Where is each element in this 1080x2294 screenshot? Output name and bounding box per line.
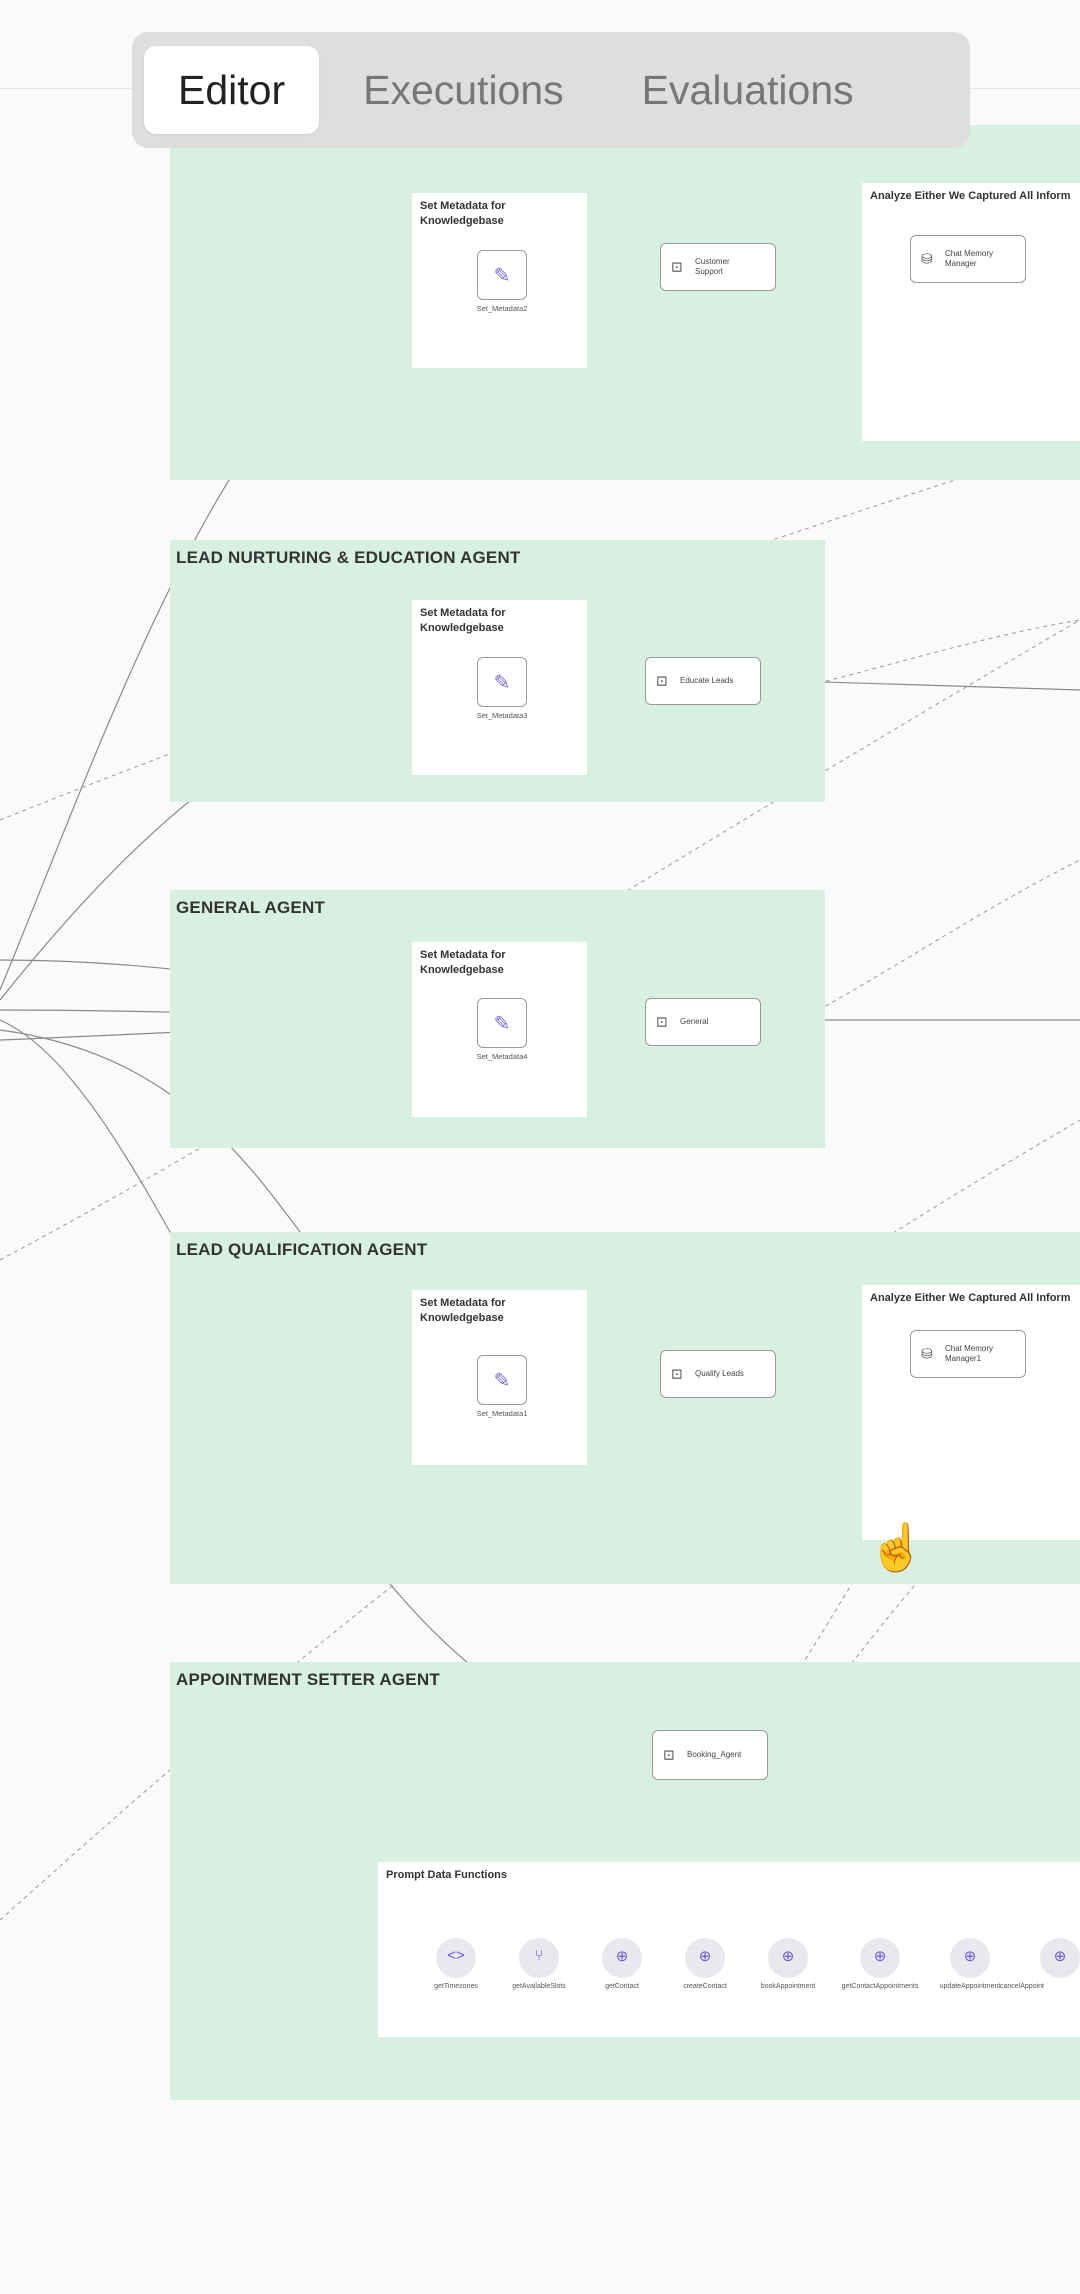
set-metadata-node[interactable]: ✎	[477, 657, 527, 707]
robot-icon: ⊡	[663, 1746, 675, 1763]
node-caption: Set_Metadata4	[476, 1052, 528, 1061]
function-caption: getAvailableSlots	[512, 1983, 566, 1990]
view-tab-bar: Editor Executions Evaluations	[132, 32, 970, 148]
function-caption: createContact	[683, 1983, 727, 1990]
robot-icon: ⊡	[656, 1013, 668, 1030]
chat-memory-node[interactable]: ⛁ Chat Memory Manager	[910, 235, 1026, 283]
general-agent-node[interactable]: ⊡ General	[645, 998, 761, 1046]
group-label: LEAD NURTURING & EDUCATION AGENT	[176, 548, 521, 567]
function-caption: getContactAppointments	[841, 1983, 919, 1990]
node-label: Educate Leads	[680, 676, 734, 685]
pencil-icon: ✎	[493, 672, 511, 694]
globe-icon[interactable]: ⊕	[602, 1938, 642, 1978]
sticky-title: Analyze Either We Captured All Inform	[870, 190, 1071, 202]
sticky-title: Set Metadata for Knowledgebase	[420, 200, 506, 227]
node-caption: Set_Metadata1	[476, 1409, 528, 1418]
tab-evaluations[interactable]: Evaluations	[608, 46, 888, 134]
customer-support-agent-node[interactable]: ⊡ Customer Support	[660, 243, 776, 291]
group-label: GENERAL AGENT	[176, 898, 326, 917]
sticky-analyze-2[interactable]: Analyze Either We Captured All Inform	[862, 1285, 1080, 1540]
globe-icon[interactable]: ⊕	[860, 1938, 900, 1978]
group-label: LEAD QUALIFICATION AGENT	[176, 1240, 428, 1259]
robot-icon: ⊡	[656, 672, 668, 689]
educate-leads-agent-node[interactable]: ⊡ Educate Leads	[645, 657, 761, 705]
function-caption: bookAppointment	[760, 1983, 816, 1990]
robot-icon: ⊡	[671, 258, 683, 275]
branch-icon[interactable]: ⑂	[519, 1938, 559, 1978]
pencil-icon: ✎	[493, 1013, 511, 1035]
set-metadata-node[interactable]: ✎	[477, 1355, 527, 1405]
group-label: APPOINTMENT SETTER AGENT	[176, 1670, 440, 1689]
tab-editor[interactable]: Editor	[144, 46, 320, 134]
node-label: Qualify Leads	[695, 1369, 744, 1378]
globe-icon[interactable]: ⊕	[1040, 1938, 1080, 1978]
sticky-title: Prompt Data Functions	[386, 1869, 508, 1881]
node-caption: Set_Metadata2	[476, 304, 528, 313]
function-caption: cancelAppoint	[1000, 1983, 1044, 1990]
globe-icon[interactable]: ⊕	[768, 1938, 808, 1978]
robot-icon: ⊡	[671, 1365, 683, 1382]
function-caption: getContact	[605, 1983, 639, 1990]
sticky-title: Set Metadata for Knowledgebase	[420, 949, 506, 976]
sticky-title: Set Metadata for Knowledgebase	[420, 607, 506, 634]
set-metadata-node[interactable]: ✎	[477, 250, 527, 300]
set-metadata-node[interactable]: ✎	[477, 998, 527, 1048]
chat-memory-node[interactable]: ⛁ Chat Memory Manager1	[910, 1330, 1026, 1378]
booking-agent-node[interactable]: ⊡ Booking_Agent	[652, 1730, 768, 1780]
tab-executions[interactable]: Executions	[329, 46, 598, 134]
node-label: Chat Memory Manager1	[945, 1344, 994, 1363]
sticky-title: Set Metadata for Knowledgebase	[420, 1297, 506, 1324]
pencil-icon: ✎	[493, 1370, 511, 1392]
database-icon: ⛁	[921, 1345, 933, 1362]
node-caption: Set_Metadata3	[476, 711, 528, 720]
code-icon[interactable]: <>	[436, 1938, 476, 1978]
globe-icon[interactable]: ⊕	[685, 1938, 725, 1978]
node-label: Customer Support	[695, 257, 730, 276]
qualify-leads-agent-node[interactable]: ⊡ Qualify Leads	[660, 1350, 776, 1398]
node-label: Chat Memory Manager	[945, 249, 994, 268]
sticky-analyze-1[interactable]: Analyze Either We Captured All Inform	[862, 183, 1080, 441]
pencil-icon: ✎	[493, 265, 511, 287]
hand-cursor-icon: ☝	[868, 1521, 926, 1573]
node-label: General	[680, 1017, 709, 1026]
node-label: Booking_Agent	[687, 1750, 742, 1759]
sticky-title: Analyze Either We Captured All Inform	[870, 1292, 1071, 1304]
function-caption: getTimezones	[434, 1983, 478, 1990]
database-icon: ⛁	[921, 250, 933, 267]
globe-icon[interactable]: ⊕	[950, 1938, 990, 1978]
